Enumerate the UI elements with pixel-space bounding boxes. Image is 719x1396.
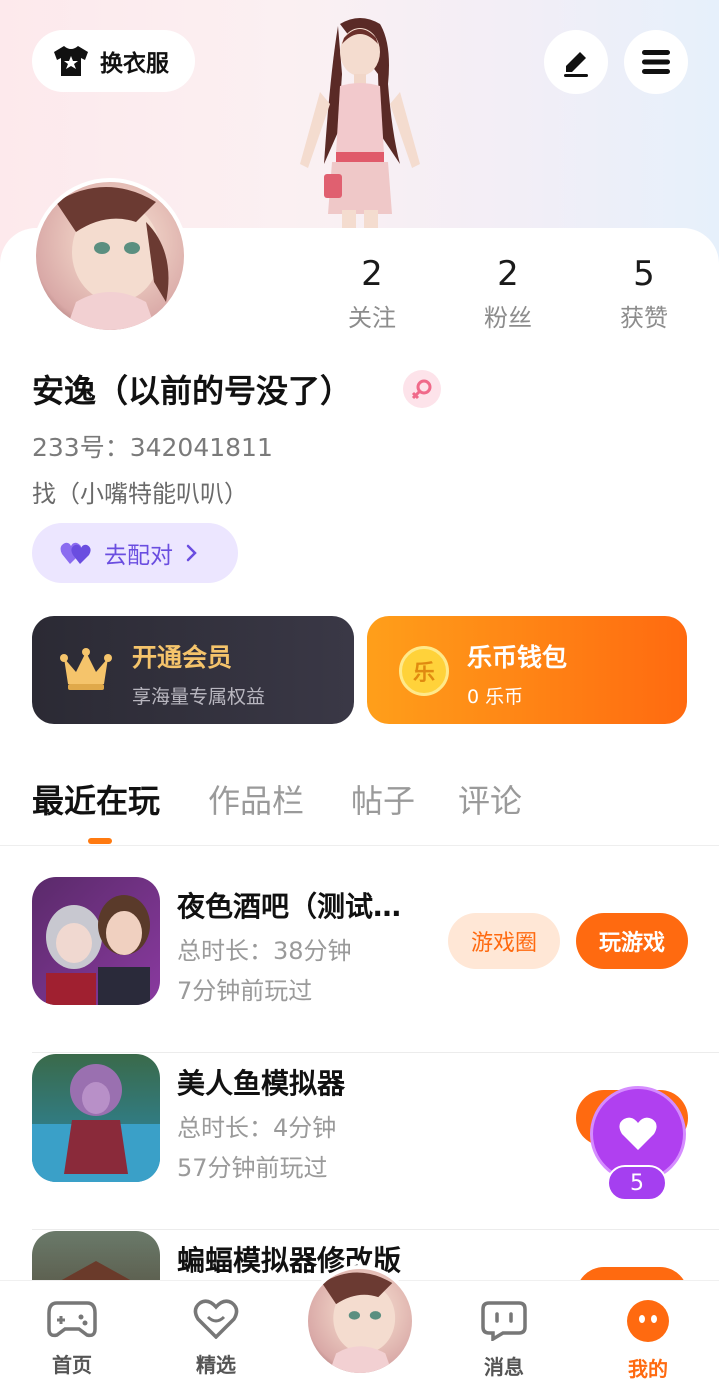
vip-membership-card[interactable]: 开通会员 享海量专属权益: [32, 616, 354, 724]
crown-icon: [60, 648, 112, 690]
wallet-title: 乐币钱包: [467, 643, 568, 672]
menu-icon: [642, 50, 670, 74]
match-button[interactable]: 去配对: [32, 523, 238, 583]
change-outfit-label: 换衣服: [100, 51, 169, 77]
edit-profile-button[interactable]: [544, 30, 608, 94]
game-title: 夜色酒吧（测试…: [177, 890, 402, 923]
likes-label: 获赞: [620, 304, 668, 332]
nav-featured-label: 精选: [196, 1353, 236, 1377]
vip-title: 开通会员: [132, 643, 233, 672]
game-icon: [32, 1054, 160, 1182]
bottom-navigation: 首页 精选 消息 我的: [0, 1265, 719, 1396]
edit-icon: [564, 52, 588, 77]
match-label: 去配对: [104, 543, 173, 569]
profile-face-icon: [627, 1300, 669, 1342]
nav-messages[interactable]: 消息: [459, 1299, 549, 1380]
stat-likes[interactable]: 5 获赞: [589, 254, 699, 333]
game-duration: 总时长：4分钟: [177, 1114, 337, 1142]
user-id: 233号：342041811: [32, 433, 273, 462]
row-divider: [32, 1229, 719, 1230]
nav-home[interactable]: 首页: [27, 1299, 117, 1378]
likes-count: 5: [633, 254, 655, 294]
tab-comments[interactable]: 评论: [458, 776, 522, 822]
tabs-divider: [0, 845, 719, 846]
nav-avatar-button[interactable]: [304, 1265, 416, 1377]
profile-avatar[interactable]: [32, 178, 188, 334]
nav-messages-label: 消息: [484, 1355, 524, 1379]
followers-label: 粉丝: [484, 304, 532, 332]
game-icon: [32, 877, 160, 1005]
game-duration: 总时长：38分钟: [177, 937, 352, 965]
shirt-icon: [54, 46, 88, 76]
wallet-balance: 0 乐币: [467, 686, 524, 708]
followers-count: 2: [497, 254, 519, 294]
chevron-right-icon: [186, 544, 197, 562]
list-item[interactable]: 夜色酒吧（测试… 总时长：38分钟 7分钟前玩过 游戏圈 玩游戏: [32, 877, 719, 1053]
nav-featured[interactable]: 精选: [171, 1299, 261, 1378]
wallet-card[interactable]: 乐 乐币钱包 0 乐币: [367, 616, 687, 724]
vip-subtitle: 享海量专属权益: [132, 686, 266, 708]
stat-followers[interactable]: 2 粉丝: [453, 254, 563, 333]
tab-posts[interactable]: 帖子: [351, 776, 415, 822]
gamepad-icon: [47, 1301, 97, 1338]
tab-works[interactable]: 作品栏: [208, 776, 304, 822]
stat-following[interactable]: 2 关注: [317, 254, 427, 333]
heart-outline-icon: [193, 1299, 239, 1340]
menu-button[interactable]: [624, 30, 688, 94]
like-count-badge: 5: [607, 1165, 667, 1201]
double-heart-icon: [60, 542, 91, 564]
game-title: 美人鱼模拟器: [177, 1067, 346, 1100]
coin-icon: 乐: [399, 646, 449, 696]
game-last-played: 7分钟前玩过: [177, 977, 313, 1005]
change-outfit-button[interactable]: 换衣服: [32, 30, 195, 92]
user-bio: 找（小嘴特能叭叭）: [32, 480, 248, 508]
avatar-character[interactable]: [280, 14, 440, 230]
username: 安逸（以前的号没了）: [32, 372, 353, 410]
nav-mine-label: 我的: [628, 1357, 668, 1381]
nav-home-label: 首页: [52, 1353, 92, 1377]
chat-icon: [481, 1301, 527, 1343]
nav-mine[interactable]: 我的: [603, 1299, 693, 1382]
active-tab-indicator: [88, 838, 112, 844]
tab-recently-played[interactable]: 最近在玩: [32, 776, 160, 822]
following-count: 2: [361, 254, 383, 294]
game-last-played: 57分钟前玩过: [177, 1154, 328, 1182]
game-circle-button[interactable]: 游戏圈: [448, 913, 560, 969]
heart-icon: [619, 1117, 657, 1150]
following-label: 关注: [348, 304, 396, 332]
row-divider: [32, 1052, 719, 1053]
female-gender-icon: [403, 370, 441, 408]
play-game-button[interactable]: 玩游戏: [576, 913, 688, 969]
game-title: 蝙蝠模拟器修改版: [177, 1244, 402, 1277]
